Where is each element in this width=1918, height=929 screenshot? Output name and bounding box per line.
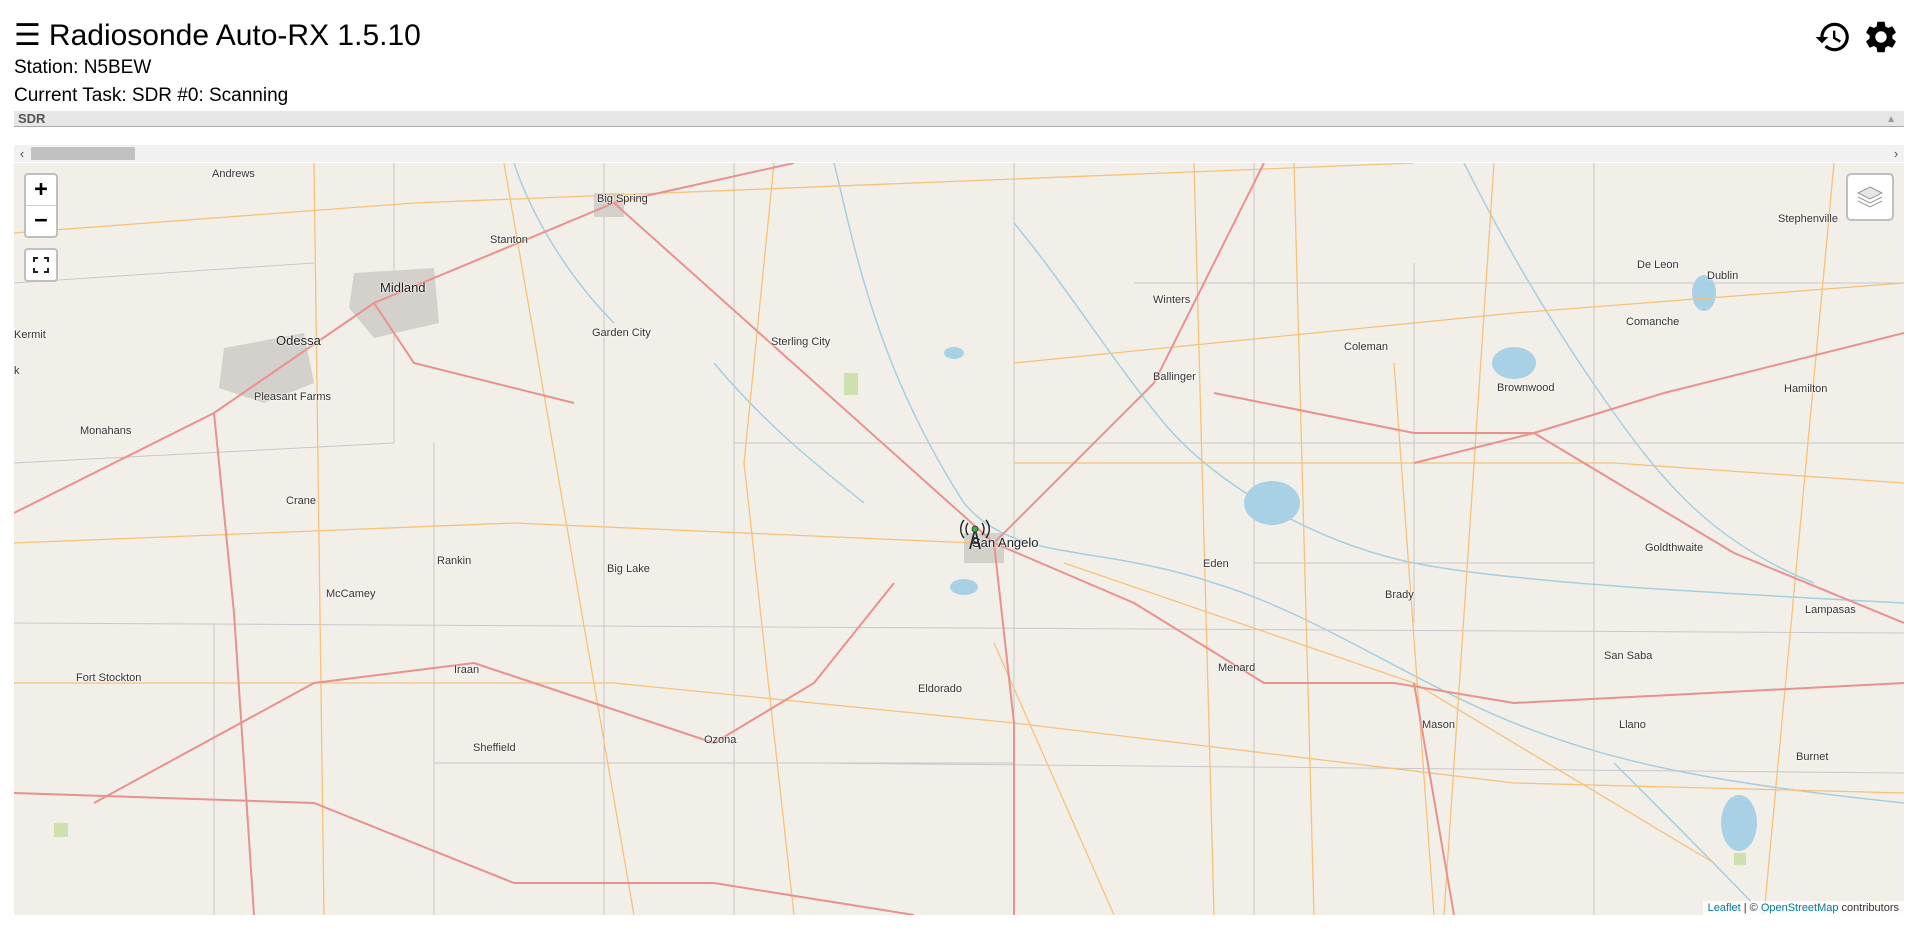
city-label: Kermit bbox=[14, 329, 46, 341]
fullscreen-button[interactable] bbox=[24, 248, 58, 282]
map-tiles bbox=[14, 163, 1904, 915]
city-label: Ozona bbox=[704, 734, 737, 746]
city-label: Monahans bbox=[80, 425, 132, 437]
city-label: Menard bbox=[1218, 662, 1256, 674]
city-label: San Saba bbox=[1604, 650, 1653, 662]
city-label: Hamilton bbox=[1784, 383, 1828, 395]
city-label: Sterling City bbox=[771, 336, 831, 348]
city-label: Brownwood bbox=[1497, 382, 1555, 394]
history-icon[interactable] bbox=[1814, 18, 1852, 56]
scrollbar-thumb[interactable] bbox=[31, 147, 135, 160]
city-label: Midland bbox=[380, 280, 426, 295]
current-task-label: Current Task: SDR #0: Scanning bbox=[14, 85, 289, 106]
osm-link[interactable]: OpenStreetMap bbox=[1761, 902, 1839, 914]
city-label: Coleman bbox=[1344, 341, 1389, 353]
city-label: Ballinger bbox=[1153, 371, 1196, 383]
city-label: k bbox=[14, 365, 20, 377]
city-label: Burnet bbox=[1796, 751, 1829, 763]
map-view[interactable]: Andrews Big Spring Stanton Midland Odess… bbox=[14, 163, 1904, 915]
city-label: Stephenville bbox=[1778, 213, 1838, 225]
scroll-right-button[interactable]: › bbox=[1888, 145, 1904, 162]
zoom-control: + − bbox=[24, 173, 58, 238]
station-label: Station: N5BEW bbox=[14, 57, 152, 78]
city-label: Comanche bbox=[1626, 316, 1680, 328]
app-title: Radiosonde Auto-RX 1.5.10 bbox=[48, 19, 421, 52]
page-title: ☰ Radiosonde Auto-RX 1.5.10 bbox=[14, 16, 421, 56]
city-label: Goldthwaite bbox=[1645, 542, 1704, 554]
layers-icon bbox=[1856, 186, 1884, 208]
header-toolbar bbox=[1814, 18, 1900, 56]
city-label: Winters bbox=[1153, 294, 1191, 306]
city-label: Fort Stockton bbox=[76, 672, 142, 684]
city-label: De Leon bbox=[1637, 259, 1679, 271]
station-antenna-icon[interactable] bbox=[960, 519, 990, 551]
map-attribution: Leaflet | © OpenStreetMap contributors bbox=[1702, 901, 1904, 915]
scroll-left-button[interactable]: ‹ bbox=[14, 145, 30, 162]
city-label: Big Lake bbox=[607, 563, 650, 575]
city-label: Andrews bbox=[212, 168, 255, 180]
city-label: Eldorado bbox=[918, 683, 963, 695]
menu-icon[interactable]: ☰ bbox=[14, 16, 41, 56]
layers-button[interactable] bbox=[1846, 173, 1894, 221]
city-label: Garden City bbox=[592, 327, 651, 339]
city-label: Stanton bbox=[490, 234, 528, 246]
fullscreen-icon bbox=[33, 257, 49, 273]
sdr-panel-label: SDR bbox=[18, 111, 46, 126]
city-label: Big Spring bbox=[597, 193, 648, 205]
city-label: Brady bbox=[1385, 589, 1414, 601]
city-label: Crane bbox=[286, 495, 316, 507]
city-label: Odessa bbox=[276, 333, 321, 348]
zoom-in-button[interactable]: + bbox=[26, 175, 56, 206]
city-label: McCamey bbox=[326, 588, 376, 600]
caret-up-icon[interactable]: ▲ bbox=[1886, 112, 1896, 128]
leaflet-link[interactable]: Leaflet bbox=[1708, 902, 1741, 914]
city-label: Dublin bbox=[1707, 270, 1739, 282]
city-label: Rankin bbox=[437, 555, 472, 567]
attribution-suffix: contributors bbox=[1838, 902, 1899, 914]
attribution-separator: | © bbox=[1740, 902, 1761, 914]
zoom-out-button[interactable]: − bbox=[26, 206, 56, 236]
city-label: Sheffield bbox=[473, 742, 516, 754]
city-label: Pleasant Farms bbox=[254, 391, 332, 403]
sdr-panel-header[interactable]: SDR ▲ bbox=[14, 111, 1904, 127]
horizontal-scrollbar[interactable]: ‹ › bbox=[14, 145, 1904, 162]
city-label: Llano bbox=[1619, 719, 1646, 731]
city-label: Eden bbox=[1203, 558, 1229, 570]
gear-icon[interactable] bbox=[1862, 18, 1900, 56]
city-label: Lampasas bbox=[1805, 604, 1856, 616]
city-label: Iraan bbox=[454, 664, 480, 676]
city-label: Mason bbox=[1422, 719, 1456, 731]
